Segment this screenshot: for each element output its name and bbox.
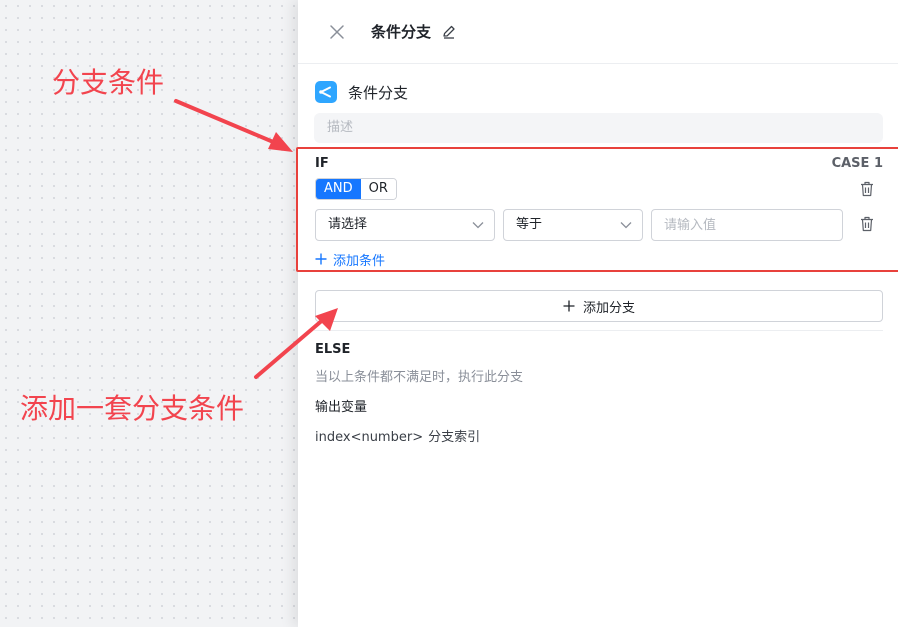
description-field[interactable]: 描述: [314, 113, 883, 143]
plus-icon: [563, 300, 575, 312]
description-placeholder: 描述: [327, 120, 354, 135]
add-condition-button[interactable]: 添加条件: [315, 250, 386, 269]
add-branch-button[interactable]: 添加分支: [315, 290, 883, 322]
output-variables-title: 输出变量: [315, 400, 368, 415]
variable-select-value: 请选择: [328, 217, 368, 232]
add-condition-label: 添加条件: [333, 253, 386, 269]
condition-value-input[interactable]: [651, 209, 843, 241]
or-button[interactable]: OR: [360, 179, 396, 199]
panel-title: 条件分支: [371, 23, 432, 41]
logic-toggle: AND OR: [315, 178, 397, 200]
else-description: 当以上条件都不满足时，执行此分支: [315, 370, 524, 385]
add-branch-label: 添加分支: [582, 300, 635, 316]
chevron-down-icon: [472, 222, 484, 229]
variable-select[interactable]: 请选择: [315, 209, 495, 241]
else-label: ELSE: [315, 342, 351, 357]
annotation-branch-condition: 分支条件: [52, 66, 165, 99]
plus-icon: [315, 253, 327, 265]
case-label: CASE 1: [831, 156, 883, 171]
branch-icon: [315, 81, 337, 103]
output-variable-name: index<number>: [315, 430, 424, 445]
annotation-add-branch: 添加一套分支条件: [20, 392, 245, 425]
chevron-down-icon: [620, 222, 632, 229]
if-label: IF: [315, 156, 329, 171]
panel-header: 条件分支: [298, 0, 898, 64]
branch-settings-panel: 条件分支 条件分支 描述 IF CASE 1 AND OR 请选择 等于 请输入…: [296, 0, 898, 627]
operator-select[interactable]: 等于: [503, 209, 643, 241]
delete-condition-icon[interactable]: [860, 216, 874, 232]
output-variable-row: index<number> 分支索引: [315, 426, 480, 445]
edit-icon[interactable]: [441, 24, 457, 40]
output-variable-desc: 分支索引: [428, 430, 481, 445]
operator-select-value: 等于: [516, 217, 543, 232]
close-icon[interactable]: [328, 23, 346, 41]
node-title: 条件分支: [348, 84, 409, 102]
divider: [314, 330, 883, 331]
delete-case-icon[interactable]: [860, 181, 874, 197]
and-button[interactable]: AND: [316, 179, 361, 199]
